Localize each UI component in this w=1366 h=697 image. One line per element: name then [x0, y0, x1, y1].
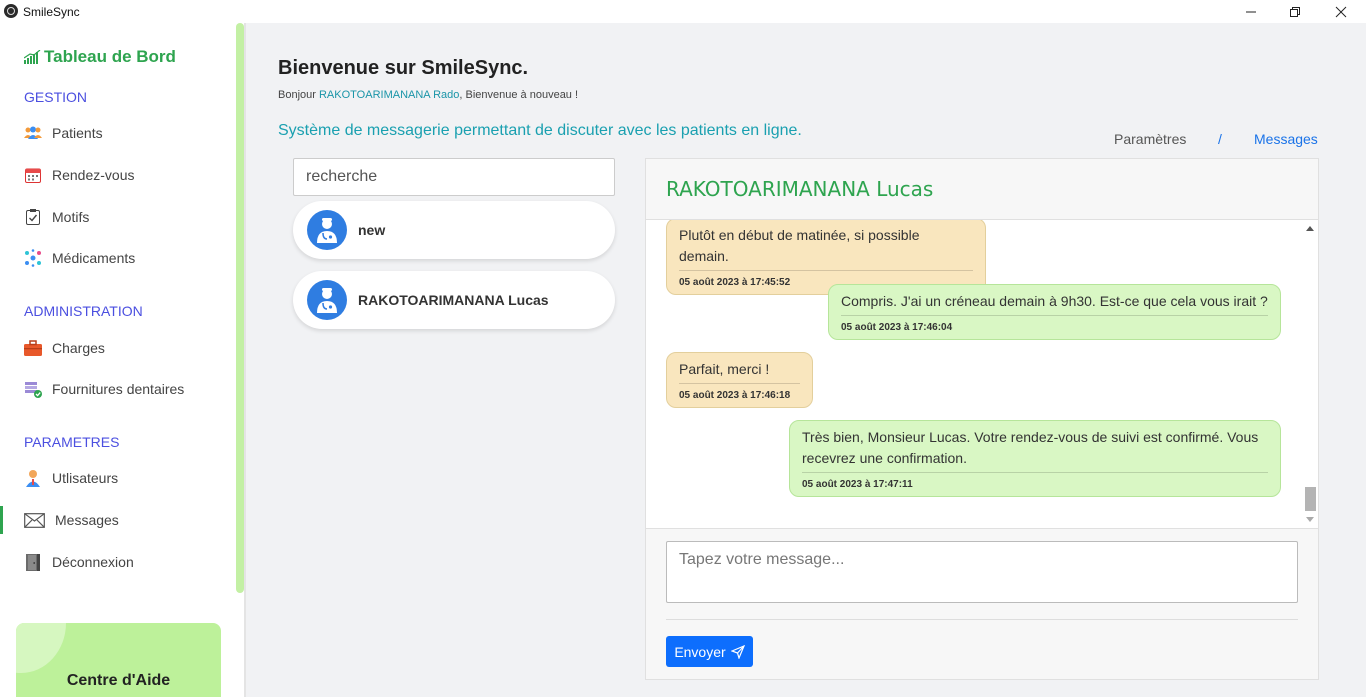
greeting: Bonjour RAKOTOARIMANANA Rado, Bienvenue … — [278, 89, 578, 101]
message-text: Compris. J'ai un créneau demain à 9h30. … — [841, 291, 1268, 316]
sidebar-item-label: Médicaments — [52, 250, 136, 266]
briefcase-icon — [24, 339, 42, 357]
message-time: 05 août 2023 à 17:46:04 — [841, 322, 953, 333]
message-text: Plutôt en début de matinée, si possible … — [679, 225, 973, 271]
sidebar-item-messages[interactable]: Messages — [0, 506, 119, 534]
greeting-suffix: , Bienvenue à nouveau ! — [459, 89, 579, 101]
breadcrumb-separator: / — [1218, 131, 1222, 147]
app-logo-icon — [4, 4, 18, 18]
contact-item[interactable]: RAKOTOARIMANANA Lucas — [293, 271, 615, 329]
section-parametres: PARAMETRES — [24, 434, 120, 450]
supplies-icon — [24, 380, 42, 398]
message-scrollbar[interactable] — [1302, 220, 1318, 528]
user-name: RAKOTOARIMANANA Rado — [318, 89, 460, 101]
users-icon — [24, 124, 42, 142]
logout-door-icon — [24, 553, 42, 571]
sidebar-item-utilisateurs[interactable]: Utlisateurs — [24, 466, 118, 490]
message-text: Très bien, Monsieur Lucas. Votre rendez-… — [802, 427, 1268, 473]
contact-name: new — [358, 222, 386, 238]
brand-label: Tableau de Bord — [44, 47, 176, 66]
sidebar-item-medicaments[interactable]: Médicaments — [24, 246, 135, 270]
clipboard-check-icon — [24, 208, 42, 226]
sidebar-item-label: Motifs — [52, 209, 90, 225]
chat-header: RAKOTOARIMANANA Lucas — [646, 159, 1318, 220]
section-gestion: GESTION — [24, 89, 88, 105]
help-center-title: Centre d'Aide — [66, 672, 171, 689]
sidebar-item-motifs[interactable]: Motifs — [24, 205, 89, 229]
scroll-down-icon[interactable] — [1306, 517, 1314, 522]
chat-contact-name: RAKOTOARIMANANA Lucas — [666, 177, 934, 201]
close-button[interactable] — [1318, 0, 1364, 23]
sidebar-item-charges[interactable]: Charges — [24, 336, 105, 360]
send-button-label: Envoyer — [674, 643, 726, 660]
message-time: 05 août 2023 à 17:46:18 — [679, 390, 791, 401]
message-outgoing: Compris. J'ai un créneau demain à 9h30. … — [828, 284, 1281, 340]
sidebar-item-label: Rendez-vous — [52, 167, 135, 183]
message-list[interactable]: Plutôt en début de matinée, si possible … — [646, 220, 1318, 529]
sidebar-item-label: Charges — [52, 340, 105, 356]
message-incoming: Parfait, merci ! 05 août 2023 à 17:46:18 — [666, 352, 813, 408]
help-center-card[interactable]: Centre d'Aide — [16, 623, 221, 697]
sidebar-item-label: Patients — [52, 125, 103, 141]
greeting-prefix: Bonjour — [278, 89, 319, 101]
calendar-icon — [24, 166, 42, 184]
section-administration: ADMINISTRATION — [24, 303, 143, 319]
window-title: SmileSync — [23, 5, 80, 19]
contact-name: RAKOTOARIMANANA Lucas — [358, 292, 549, 308]
envelope-icon — [24, 511, 45, 529]
composer-divider — [666, 619, 1298, 620]
page-title: Bienvenue sur SmileSync. — [278, 57, 529, 79]
sidebar-item-deconnexion[interactable]: Déconnexion — [24, 550, 134, 574]
breadcrumb-parametres[interactable]: Paramètres — [1114, 131, 1186, 147]
doctor-avatar-icon — [317, 288, 337, 313]
sidebar-item-label: Messages — [55, 512, 119, 528]
sidebar-item-rendezvous[interactable]: Rendez-vous — [24, 163, 135, 187]
sidebar-item-label: Fournitures dentaires — [52, 381, 185, 397]
avatar — [307, 280, 347, 320]
sidebar-item-fournitures[interactable]: Fournitures dentaires — [24, 377, 184, 401]
breadcrumb-messages[interactable]: Messages — [1254, 131, 1318, 147]
maximize-button[interactable] — [1272, 0, 1318, 23]
user-icon — [24, 469, 42, 487]
sidebar-item-patients[interactable]: Patients — [24, 121, 103, 145]
molecule-icon — [24, 249, 42, 267]
message-input[interactable] — [666, 541, 1298, 603]
chart-icon — [24, 50, 41, 64]
send-icon — [730, 644, 745, 659]
close-icon — [1335, 6, 1347, 17]
window-titlebar: SmileSync — [0, 0, 1366, 23]
restore-icon — [1290, 6, 1300, 17]
minimize-button[interactable] — [1228, 0, 1274, 23]
sidebar: Tableau de Bord GESTION Patients Rendez-… — [0, 23, 246, 697]
search-input[interactable] — [293, 158, 615, 196]
help-card-decoration — [16, 623, 66, 673]
sidebar-scrollbar[interactable] — [236, 23, 244, 593]
sidebar-item-label: Utlisateurs — [52, 470, 119, 486]
page-description: Système de messagerie permettant de disc… — [278, 122, 802, 139]
sidebar-item-label: Déconnexion — [52, 554, 134, 570]
scroll-up-icon[interactable] — [1306, 226, 1314, 231]
minimize-icon — [1246, 11, 1256, 12]
main-content: Bienvenue sur SmileSync. Bonjour RAKOTOA… — [246, 23, 1366, 697]
message-outgoing: Très bien, Monsieur Lucas. Votre rendez-… — [789, 420, 1281, 497]
message-time: 05 août 2023 à 17:47:11 — [802, 479, 913, 490]
message-text: Parfait, merci ! — [679, 359, 800, 384]
chat-panel: RAKOTOARIMANANA Lucas Plutôt en début de… — [645, 158, 1319, 680]
doctor-avatar-icon — [317, 218, 337, 243]
send-button[interactable]: Envoyer — [666, 636, 753, 667]
dashboard-link[interactable]: Tableau de Bord — [24, 47, 176, 67]
scroll-thumb[interactable] — [1305, 487, 1316, 511]
avatar — [307, 210, 347, 250]
contact-item[interactable]: new — [293, 201, 615, 259]
